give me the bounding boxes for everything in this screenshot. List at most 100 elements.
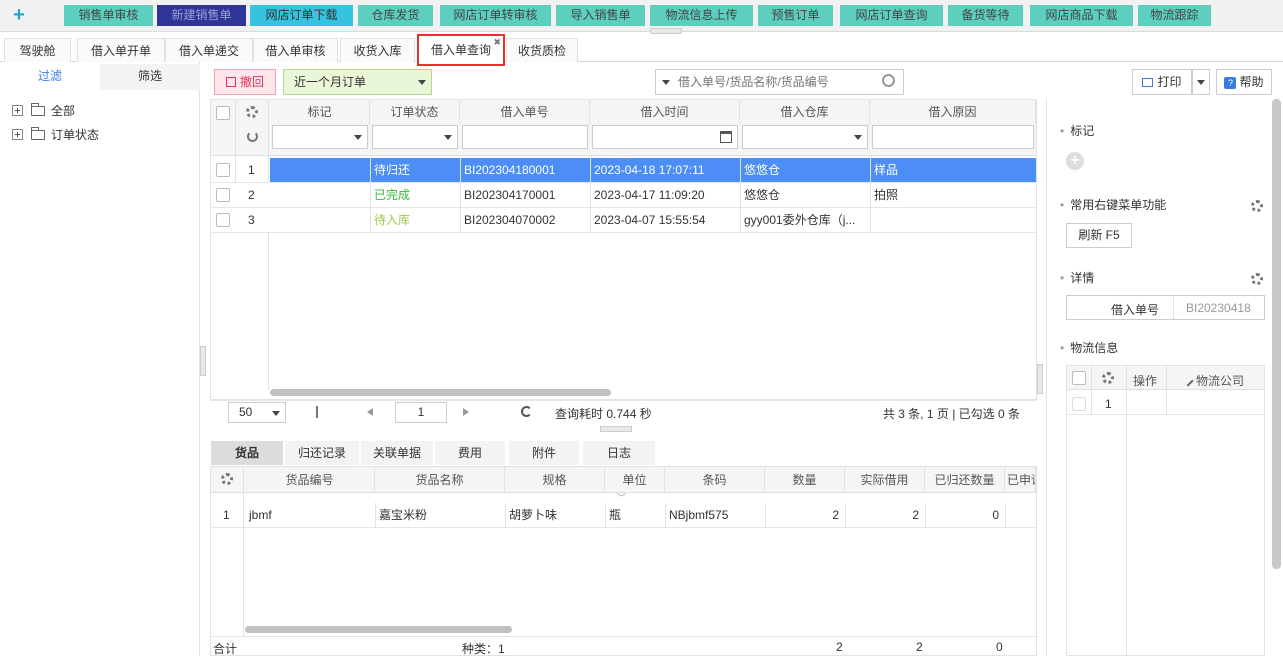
detail-col-8[interactable]: 已申请 xyxy=(1005,467,1036,493)
detail-col-7[interactable]: 已归还数量 xyxy=(925,467,1005,493)
tab-3[interactable]: 借入单审核 xyxy=(253,38,338,62)
expand-icon[interactable] xyxy=(12,129,23,140)
cell-time: 2023-04-07 15:55:54 xyxy=(594,213,706,227)
detail-col-2[interactable]: 规格 xyxy=(505,467,605,493)
gear-icon[interactable] xyxy=(1251,273,1263,285)
logistics-row-checkbox[interactable] xyxy=(1072,397,1086,411)
split-handle[interactable] xyxy=(600,426,632,432)
logistics-col-company: 物流公司 xyxy=(1182,372,1244,389)
detail-col-5[interactable]: 数量 xyxy=(765,467,845,493)
left-filter-panel xyxy=(0,62,200,656)
row-checkbox[interactable] xyxy=(216,163,230,177)
grid-col-4[interactable]: 借入仓库 xyxy=(740,100,870,124)
next-page-icon[interactable] xyxy=(463,408,469,416)
detail-col-1[interactable]: 货品名称 xyxy=(375,467,505,493)
tab-2[interactable]: 借入单递交 xyxy=(165,38,253,62)
detail-col-0[interactable]: 货品编号 xyxy=(245,467,375,493)
folder-icon xyxy=(31,126,45,140)
toolbar-button-1[interactable]: 新建销售单 xyxy=(157,5,246,26)
cell-time: 2023-04-18 17:07:11 xyxy=(594,163,705,177)
help-button[interactable]: ? 帮助 xyxy=(1216,69,1272,95)
grid-col-1[interactable]: 订单状态 xyxy=(370,100,460,124)
bottom-tab-2[interactable]: 关联单据 xyxy=(361,441,433,465)
page-number-input[interactable]: 1 xyxy=(395,402,447,423)
gear-icon[interactable] xyxy=(1251,200,1263,212)
left-panel-collapse-handle[interactable] xyxy=(200,346,206,376)
toolbar-button-11[interactable]: 物流跟踪 xyxy=(1138,5,1211,26)
tab-6[interactable]: 收货质检 xyxy=(506,38,578,62)
grid-filter-5[interactable] xyxy=(872,125,1034,149)
tab-1[interactable]: 借入单开单 xyxy=(77,38,165,62)
close-icon[interactable]: ✖ xyxy=(493,36,501,48)
right-panel-scrollbar[interactable] xyxy=(1272,99,1281,569)
refresh-icon[interactable] xyxy=(247,131,258,142)
toolbar-button-6[interactable]: 物流信息上传 xyxy=(650,5,753,26)
tab-screen[interactable]: 筛选 xyxy=(100,64,200,90)
tab-4[interactable]: 收货入库 xyxy=(340,38,415,62)
toolbar-button-9[interactable]: 备货等待 xyxy=(948,5,1023,26)
tab-filter[interactable]: 过滤 xyxy=(0,64,100,90)
toolbar-button-10[interactable]: 网店商品下载 xyxy=(1030,5,1133,26)
search-type-dropdown-icon[interactable] xyxy=(662,80,670,85)
logistics-section-title: 物流信息 xyxy=(1060,339,1118,356)
search-box[interactable] xyxy=(655,69,904,95)
gear-icon[interactable] xyxy=(221,473,233,485)
date-filter-select[interactable]: 近一个月订单 xyxy=(283,69,432,95)
toolbar-button-5[interactable]: 导入销售单 xyxy=(556,5,645,26)
bottom-tab-3[interactable]: 费用 xyxy=(435,441,505,465)
tree-node-status[interactable]: 订单状态 xyxy=(12,126,99,143)
page-size-select[interactable]: 50 xyxy=(228,402,286,423)
grid-col-3[interactable]: 借入时间 xyxy=(590,100,740,124)
cell-unit: 瓶 xyxy=(609,508,622,522)
row-checkbox[interactable] xyxy=(216,188,230,202)
tab-5[interactable]: 借入单查询 ✖ xyxy=(417,34,505,66)
detail-col-4[interactable]: 条码 xyxy=(665,467,765,493)
logistics-select-all-checkbox[interactable] xyxy=(1072,371,1086,385)
print-options-dropdown[interactable] xyxy=(1192,69,1210,95)
add-mark-icon[interactable]: + xyxy=(1066,152,1084,170)
grid-filter-4[interactable] xyxy=(742,125,868,149)
grid-filter-1[interactable] xyxy=(372,125,458,149)
search-input[interactable] xyxy=(678,72,873,92)
plus-icon[interactable]: + xyxy=(8,4,30,26)
grid-filter-2[interactable] xyxy=(462,125,588,149)
expand-icon[interactable] xyxy=(12,105,23,116)
toolbar-button-0[interactable]: 销售单审核 xyxy=(64,5,153,26)
calendar-icon[interactable] xyxy=(720,131,732,143)
row-checkbox[interactable] xyxy=(216,213,230,227)
prev-page-icon[interactable] xyxy=(367,408,373,416)
toolbar-button-3[interactable]: 仓库发货 xyxy=(358,5,433,26)
tab-label: 收货质检 xyxy=(517,44,566,58)
toolbar-collapse-handle[interactable] xyxy=(650,28,682,34)
toolbar-button-8[interactable]: 网店订单查询 xyxy=(840,5,943,26)
tree-node-all[interactable]: 全部 xyxy=(12,102,75,119)
grid-filter-0[interactable] xyxy=(272,125,368,149)
bottom-tab-0[interactable]: 货品 xyxy=(211,441,283,465)
grid-horizontal-scrollbar[interactable] xyxy=(270,389,611,396)
gear-icon[interactable] xyxy=(1102,372,1114,384)
select-all-checkbox[interactable] xyxy=(216,106,230,120)
detail-col-3[interactable]: 单位 xyxy=(605,467,665,493)
cell-status: 待归还 xyxy=(374,163,411,177)
right-panel-collapse-handle[interactable] xyxy=(1037,364,1043,394)
toolbar-button-7[interactable]: 预售订单 xyxy=(758,5,833,26)
bottom-tab-1[interactable]: 归还记录 xyxy=(285,441,359,465)
toolbar-button-2[interactable]: 网店订单下载 xyxy=(250,5,353,26)
grid-col-5[interactable]: 借入原因 xyxy=(870,100,1036,124)
first-page-icon[interactable] xyxy=(316,406,325,418)
detail-col-6[interactable]: 实际借用 xyxy=(845,467,925,493)
grid-col-2[interactable]: 借入单号 xyxy=(460,100,590,124)
detail-horizontal-scrollbar[interactable] xyxy=(245,626,512,633)
revoke-button[interactable]: 撤回 xyxy=(214,69,276,95)
grid-col-0[interactable]: 标记 xyxy=(270,100,370,124)
reload-icon[interactable] xyxy=(521,406,532,417)
print-button[interactable]: 打印 xyxy=(1132,69,1192,95)
tab-0[interactable]: 驾驶舱 xyxy=(4,38,71,62)
search-icon[interactable] xyxy=(882,74,895,87)
bottom-tab-5[interactable]: 日志 xyxy=(583,441,655,465)
bottom-tab-4[interactable]: 附件 xyxy=(509,441,579,465)
grid-filter-3[interactable] xyxy=(592,125,738,149)
refresh-button[interactable]: 刷新 F5 xyxy=(1066,223,1132,248)
toolbar-button-4[interactable]: 网店订单转审核 xyxy=(440,5,551,26)
gear-icon[interactable] xyxy=(246,106,258,118)
